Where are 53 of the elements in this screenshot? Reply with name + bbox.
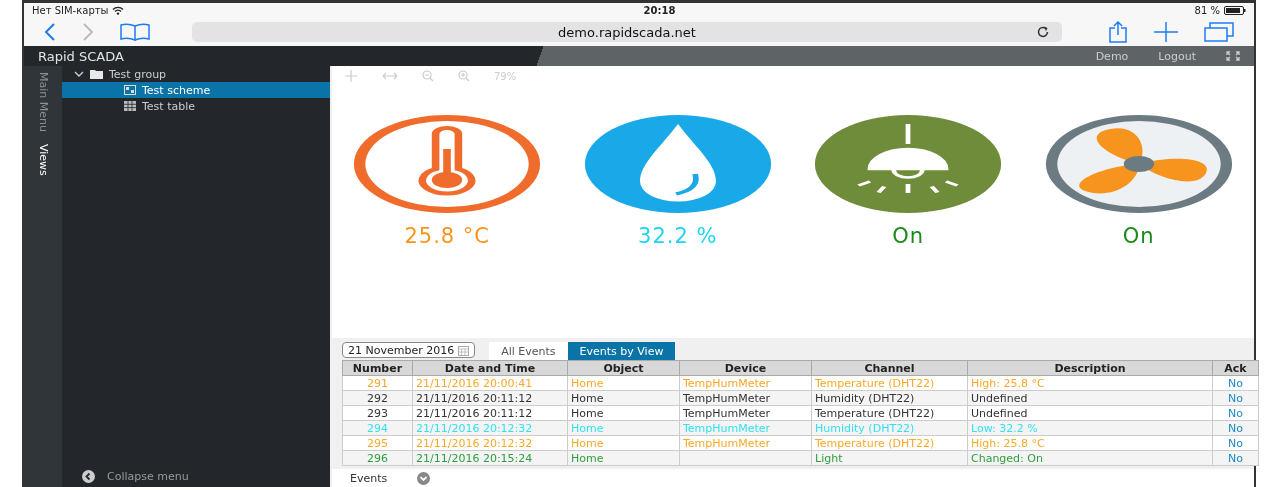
forward-icon[interactable] [82, 23, 94, 41]
column-header[interactable]: Date and Time [412, 360, 568, 376]
column-header[interactable]: Device [679, 360, 812, 376]
gauge-value: 32.2 % [638, 224, 718, 248]
battery-percent: 81 % [1194, 5, 1220, 16]
calendar-icon[interactable] [458, 344, 470, 356]
logout-link[interactable]: Logout [1158, 49, 1196, 63]
table-icon [124, 101, 136, 111]
gauge-value: On [1122, 224, 1155, 248]
user-link[interactable]: Demo [1095, 49, 1129, 63]
events-panel-label: Events [350, 471, 388, 485]
share-icon[interactable] [1108, 21, 1128, 43]
chevron-down-icon[interactable] [417, 471, 431, 485]
fullscreen-icon[interactable] [1226, 51, 1240, 61]
side-tab[interactable]: Main Menu [36, 72, 50, 132]
scheme-icon [124, 85, 136, 95]
tabs-icon[interactable] [1204, 22, 1234, 42]
column-header[interactable]: Number [342, 360, 413, 376]
battery-icon [1224, 6, 1246, 15]
water-drop-icon [582, 114, 773, 214]
fan-icon [1043, 114, 1234, 214]
back-icon[interactable] [44, 23, 56, 41]
address-bar[interactable]: demo.rapidscada.net [192, 22, 1062, 42]
fit-width-icon[interactable] [382, 71, 398, 81]
collapse-icon[interactable] [82, 470, 95, 483]
lamp-icon [813, 114, 1004, 214]
thermometer-icon [352, 114, 543, 214]
column-header[interactable]: Channel [811, 360, 968, 376]
carrier-text: Нет SIM-карты [32, 5, 109, 16]
app-title: Rapid SCADA [38, 48, 124, 64]
zoom-out-icon[interactable] [422, 70, 434, 82]
reload-icon[interactable] [1036, 25, 1050, 39]
events-tab[interactable]: All Events [489, 342, 568, 360]
column-header[interactable]: Ack [1212, 360, 1259, 376]
bookmarks-icon[interactable] [120, 23, 150, 41]
folder-icon [90, 69, 103, 79]
column-header[interactable]: Description [967, 360, 1213, 376]
collapse-menu-link[interactable]: Collapse menu [107, 470, 189, 483]
clock-time: 20:18 [643, 5, 676, 16]
move-icon[interactable] [344, 70, 358, 82]
tree-item[interactable]: Test scheme [62, 82, 330, 98]
date-field[interactable]: 21 November 2016 [342, 342, 476, 358]
chevron-icon [74, 70, 84, 78]
plus-icon[interactable] [1154, 22, 1178, 42]
zoom-in-icon[interactable] [458, 70, 470, 82]
column-header[interactable]: Object [567, 360, 680, 376]
gauge-value: On [892, 224, 925, 248]
gauge-value: 25.8 °C [404, 224, 491, 248]
events-tab[interactable]: Events by View [567, 342, 676, 360]
tree-group-item[interactable]: Test group [62, 66, 330, 82]
wifi-icon [112, 6, 125, 15]
side-tab[interactable]: Views [36, 143, 50, 176]
tree-item[interactable]: Test table [62, 98, 330, 114]
